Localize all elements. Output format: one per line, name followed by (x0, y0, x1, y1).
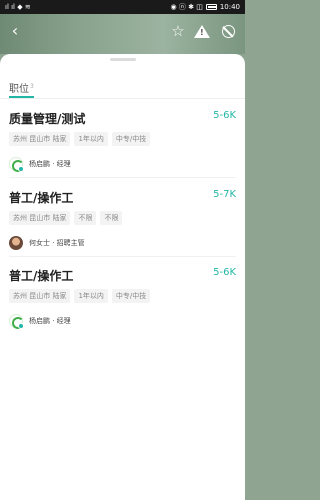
tag-location: 苏州 昆山市 陆家 (9, 211, 71, 225)
favorite-button[interactable]: ☆ (169, 22, 187, 40)
job-salary: 5-6K (213, 110, 236, 121)
tab-jobs[interactable]: 职位3 (9, 80, 34, 95)
card-divider (9, 256, 236, 257)
status-left: ıl ıl ◆ ≋ (5, 3, 31, 11)
report-button[interactable]: ! (193, 22, 211, 40)
bottom-sheet: 职位3 质量管理/测试 5-6K 苏州 昆山市 陆家 1年以内 中专/中技 杨启… (0, 54, 245, 500)
tab-divider (0, 98, 245, 99)
back-button[interactable]: ‹ (6, 22, 24, 40)
status-icons: ◉ ⓝ ✱ ◫ (170, 3, 203, 11)
block-icon (221, 24, 235, 38)
job-title: 普工/操作工 (9, 269, 74, 283)
recruiter-name: 杨启鹏 · 经理 (29, 317, 71, 325)
verified-badge-icon (18, 323, 24, 329)
tag-education: 不限 (100, 211, 123, 225)
signal-icon: ıl ıl ◆ ≋ (5, 3, 31, 11)
tag-education: 中专/中技 (111, 289, 151, 303)
job-tags: 苏州 昆山市 陆家 不限 不限 (9, 211, 123, 225)
job-title: 质量管理/测试 (9, 112, 86, 126)
tag-location: 苏州 昆山市 陆家 (9, 289, 71, 303)
tag-location: 苏州 昆山市 陆家 (9, 132, 71, 146)
job-salary: 5-6K (213, 267, 236, 278)
tag-experience: 1年以内 (74, 132, 108, 146)
warning-icon: ! (194, 24, 210, 38)
job-card[interactable]: 普工/操作工 5-6K 苏州 昆山市 陆家 1年以内 中专/中技 杨启鹏 · 经… (0, 267, 245, 345)
recruiter: 杨启鹏 · 经理 (9, 314, 71, 329)
status-right: ◉ ⓝ ✱ ◫ 10:40 (171, 2, 240, 12)
job-tags: 苏州 昆山市 陆家 1年以内 中专/中技 (9, 289, 151, 303)
tag-experience: 1年以内 (74, 289, 108, 303)
company-logo-avatar (9, 314, 24, 329)
status-bar: ıl ıl ◆ ≋ ◉ ⓝ ✱ ◫ 10:40 (0, 0, 245, 14)
tab-label: 职位 (9, 84, 29, 95)
job-salary: 5-7K (213, 189, 236, 200)
chevron-left-icon: ‹ (11, 21, 19, 40)
recruiter-name: 何女士 · 招聘主管 (29, 239, 85, 247)
tag-education: 中专/中技 (111, 132, 151, 146)
tag-experience: 不限 (74, 211, 97, 225)
block-button[interactable] (219, 22, 237, 40)
job-tags: 苏州 昆山市 陆家 1年以内 中专/中技 (9, 132, 151, 146)
recruiter-photo-avatar (9, 236, 23, 250)
sheet-drag-handle[interactable] (110, 58, 136, 61)
recruiter: 杨启鹏 · 经理 (9, 157, 71, 172)
company-logo-avatar (9, 157, 24, 172)
battery-icon (205, 4, 217, 10)
recruiter: 何女士 · 招聘主管 (9, 236, 85, 250)
status-time: 10:40 (219, 3, 240, 11)
job-title: 普工/操作工 (9, 191, 74, 205)
card-divider (9, 177, 236, 178)
star-icon: ☆ (171, 22, 185, 40)
recruiter-name: 杨启鹏 · 经理 (29, 160, 71, 168)
tab-count: 3 (30, 82, 34, 90)
verified-badge-icon (18, 166, 24, 172)
